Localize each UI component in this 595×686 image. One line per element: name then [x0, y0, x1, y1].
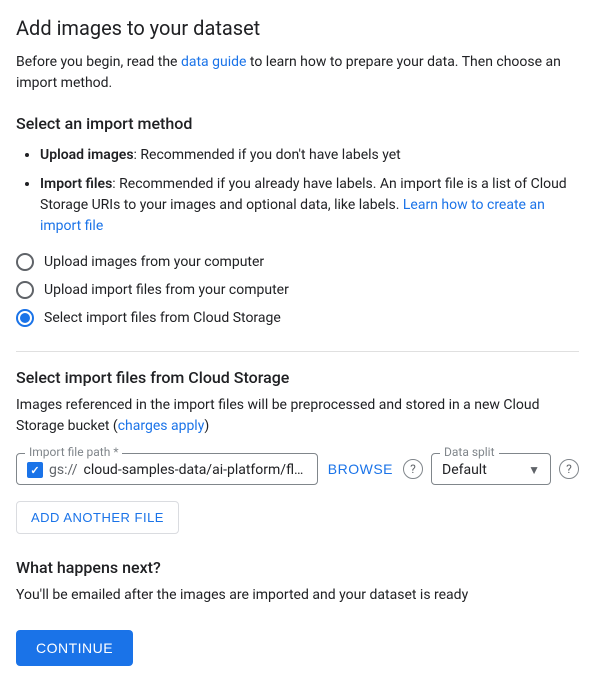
- file-checked-icon: [27, 462, 43, 478]
- data-split-inner[interactable]: Default ▼: [442, 462, 540, 478]
- continue-button[interactable]: CONTINUE: [16, 630, 133, 666]
- section-divider: [16, 351, 579, 352]
- what-next-text: You'll be emailed after the images are i…: [16, 585, 579, 606]
- intro-text: Before you begin, read the data guide to…: [16, 52, 579, 94]
- data-split-value: Default: [442, 462, 487, 478]
- cloud-section-title: Select import files from Cloud Storage: [16, 368, 579, 387]
- add-another-file-button[interactable]: ADD ANOTHER FILE: [16, 501, 179, 534]
- file-path-help-icon[interactable]: ?: [403, 459, 423, 479]
- dropdown-arrow-icon: ▼: [528, 463, 540, 477]
- gs-prefix: gs://: [49, 462, 78, 478]
- radio-option-upload-import[interactable]: Upload import files from your computer: [16, 281, 579, 299]
- bullet-upload-images: Upload images: Recommended if you don't …: [40, 145, 579, 166]
- file-path-inner: gs:// cloud-samples-data/ai-platform/flo…: [27, 462, 307, 478]
- file-path-value: cloud-samples-data/ai-platform/flowers/f…: [84, 462, 307, 478]
- data-split-help-icon[interactable]: ?: [559, 459, 579, 479]
- radio-cloud-storage-label: Select import files from Cloud Storage: [44, 310, 281, 326]
- data-split-label: Data split: [440, 445, 499, 459]
- radio-option-upload-images[interactable]: Upload images from your computer: [16, 253, 579, 271]
- select-method-title: Select an import method: [16, 114, 579, 133]
- bullet-import-files-label: Import files: [40, 176, 112, 192]
- page-title: Add images to your dataset: [16, 16, 579, 40]
- what-next-title: What happens next?: [16, 558, 579, 577]
- file-path-row: Import file path * gs:// cloud-samples-d…: [16, 453, 579, 485]
- radio-upload-import-indicator: [16, 281, 34, 299]
- bullet-import-files: Import files: Recommended if you already…: [40, 174, 579, 237]
- file-path-container: Import file path * gs:// cloud-samples-d…: [16, 453, 318, 485]
- bullet-upload-images-label: Upload images: [40, 147, 134, 163]
- data-guide-link[interactable]: data guide: [181, 54, 246, 70]
- radio-cloud-storage-indicator: [16, 309, 34, 327]
- method-bullets: Upload images: Recommended if you don't …: [16, 145, 579, 237]
- cloud-description: Images referenced in the import files wi…: [16, 395, 579, 437]
- radio-upload-images-label: Upload images from your computer: [44, 254, 264, 270]
- import-method-radio-group: Upload images from your computer Upload …: [16, 253, 579, 327]
- charges-apply-link[interactable]: charges apply: [118, 418, 205, 434]
- radio-upload-images-indicator: [16, 253, 34, 271]
- file-path-label: Import file path *: [25, 445, 122, 459]
- data-split-container: Data split Default ▼: [431, 453, 551, 485]
- browse-button[interactable]: BROWSE: [326, 457, 395, 481]
- radio-option-cloud-storage[interactable]: Select import files from Cloud Storage: [16, 309, 579, 327]
- radio-upload-import-label: Upload import files from your computer: [44, 282, 289, 298]
